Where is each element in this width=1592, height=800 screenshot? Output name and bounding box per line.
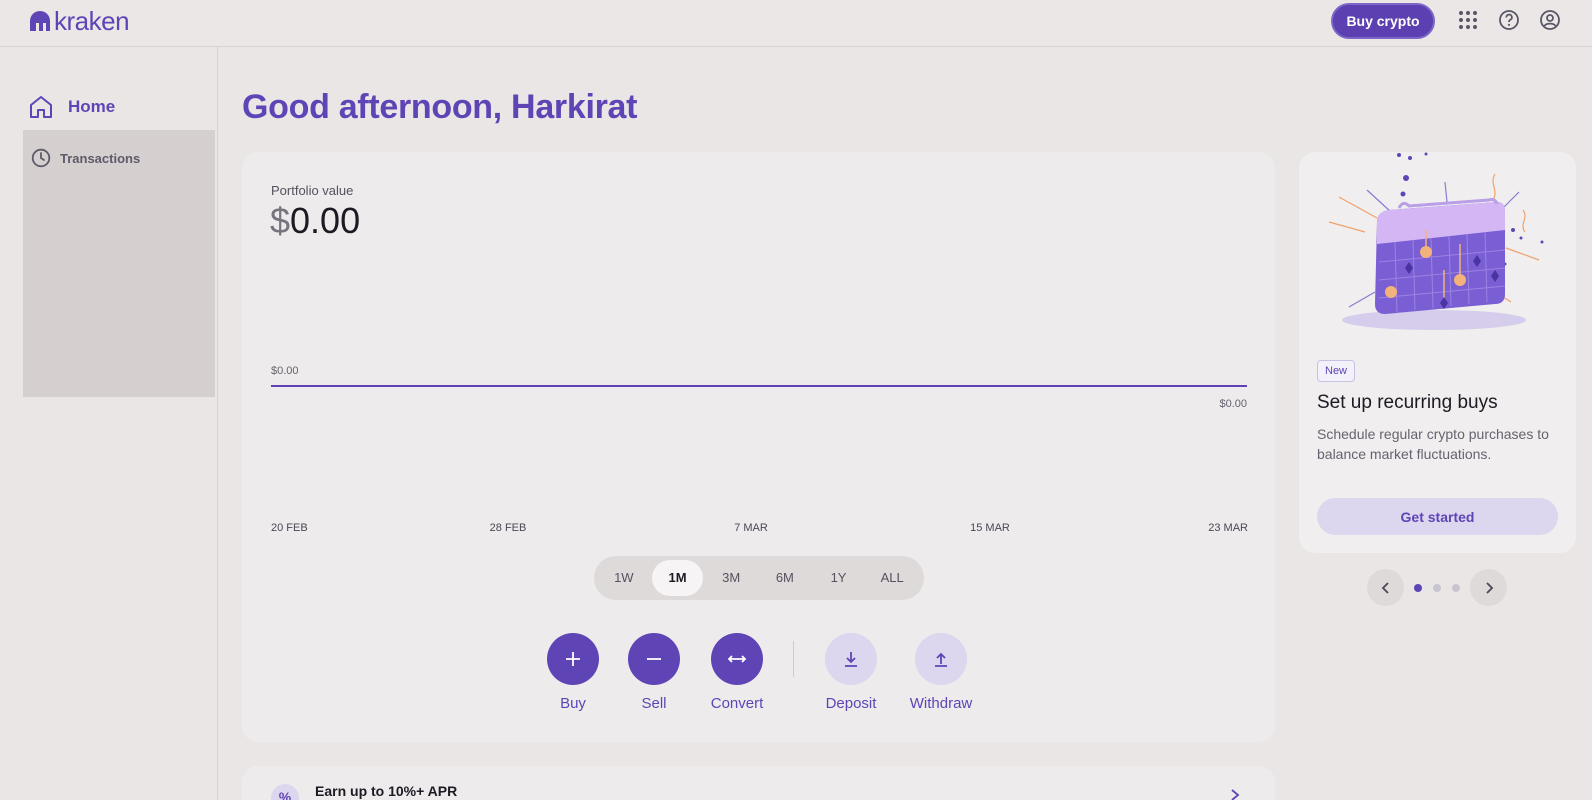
portfolio-card: Portfolio value $0.00 $0.00 $0.00 20 FEB 28… bbox=[242, 152, 1275, 742]
kraken-logo[interactable]: kraken bbox=[28, 5, 130, 36]
sidebar-item-label: Transactions bbox=[60, 150, 141, 166]
plus-icon bbox=[566, 652, 580, 666]
withdraw-label: Withdraw bbox=[909, 695, 973, 712]
promo-title: Set up recurring buys bbox=[1317, 392, 1498, 413]
portfolio-chart[interactable]: $0.00 $0.00 20 FEB 28 FEB 7 MAR 15 MAR 23 MAR bbox=[242, 152, 1275, 552]
convert-arrows-icon bbox=[727, 655, 747, 663]
sidebar-item-transactions[interactable]: Transactions bbox=[31, 148, 140, 168]
x-tick-label: 23 MAR bbox=[1208, 522, 1248, 534]
x-tick-label: 20 FEB bbox=[271, 522, 308, 534]
chevron-right-icon bbox=[1231, 789, 1240, 800]
sell-action[interactable]: Sell bbox=[614, 633, 694, 712]
help-icon[interactable] bbox=[1498, 9, 1520, 31]
sell-button[interactable] bbox=[628, 633, 680, 685]
kraken-logo-text: kraken bbox=[54, 5, 130, 36]
carousel-next-button[interactable] bbox=[1470, 569, 1507, 606]
percent-icon: % bbox=[271, 784, 299, 800]
promo-card: New Set up recurring buys Schedule regul… bbox=[1299, 152, 1576, 553]
convert-label: Convert bbox=[710, 695, 764, 712]
withdraw-action[interactable]: Withdraw bbox=[901, 633, 981, 712]
apps-grid-icon[interactable] bbox=[1457, 9, 1479, 31]
top-bar: kraken Buy crypto bbox=[0, 0, 1592, 47]
period-option-6m[interactable]: 6M bbox=[759, 560, 811, 596]
convert-button[interactable] bbox=[711, 633, 763, 685]
earn-card[interactable]: % Earn up to 10%+ APR bbox=[242, 766, 1275, 800]
deposit-label: Deposit bbox=[825, 695, 877, 712]
x-tick-label: 15 MAR bbox=[970, 522, 1010, 534]
buy-label: Buy bbox=[560, 695, 586, 712]
clock-icon bbox=[31, 148, 51, 168]
account-icon[interactable] bbox=[1539, 9, 1561, 31]
period-option-all[interactable]: ALL bbox=[866, 560, 918, 596]
sidebar-item-home[interactable]: Home bbox=[28, 92, 115, 122]
page-title: Good afternoon, Harkirat bbox=[242, 88, 638, 126]
chart-high-label: $0.00 bbox=[271, 365, 299, 377]
download-icon bbox=[845, 652, 857, 667]
period-option-1m[interactable]: 1M bbox=[651, 560, 704, 596]
carousel-prev-button[interactable] bbox=[1367, 569, 1404, 606]
sell-label: Sell bbox=[641, 695, 667, 712]
upload-icon bbox=[935, 652, 947, 667]
sidebar-submenu-panel: Transactions bbox=[23, 130, 215, 397]
sidebar: Home Transactions bbox=[0, 47, 218, 800]
deposit-button[interactable] bbox=[825, 633, 877, 685]
period-option-1y[interactable]: 1Y bbox=[813, 560, 865, 596]
chart-low-label: $0.00 bbox=[1219, 398, 1247, 410]
earn-title: Earn up to 10%+ APR bbox=[315, 783, 458, 799]
new-badge: New bbox=[1317, 360, 1356, 382]
buy-button[interactable] bbox=[547, 633, 599, 685]
home-icon bbox=[30, 96, 52, 118]
get-started-button[interactable]: Get started bbox=[1317, 498, 1558, 535]
carousel-dot[interactable] bbox=[1452, 584, 1460, 592]
chevron-right-icon bbox=[1485, 581, 1493, 594]
minus-icon bbox=[647, 658, 661, 660]
sidebar-item-label: Home bbox=[68, 97, 116, 116]
calendar-crypto-illustration bbox=[1328, 152, 1544, 330]
kraken-logo-mark-icon bbox=[30, 11, 50, 31]
withdraw-button[interactable] bbox=[915, 633, 967, 685]
carousel-dot[interactable] bbox=[1414, 584, 1422, 592]
promo-description: Schedule regular crypto purchases to bal… bbox=[1317, 426, 1549, 462]
period-option-3m[interactable]: 3M bbox=[705, 560, 757, 596]
carousel-dot[interactable] bbox=[1433, 584, 1441, 592]
x-tick-label: 7 MAR bbox=[734, 522, 768, 534]
buy-crypto-button[interactable]: Buy crypto bbox=[1331, 3, 1435, 39]
quick-actions: Buy Sell Convert Deposit Withdraw bbox=[242, 633, 1275, 723]
period-selector: 1W 1M 3M 6M 1Y ALL bbox=[594, 556, 924, 600]
actions-divider bbox=[793, 641, 794, 677]
period-option-1w[interactable]: 1W bbox=[598, 560, 650, 596]
convert-action[interactable]: Convert bbox=[697, 633, 777, 712]
deposit-action[interactable]: Deposit bbox=[811, 633, 891, 712]
buy-action[interactable]: Buy bbox=[533, 633, 613, 712]
x-tick-label: 28 FEB bbox=[490, 522, 527, 534]
chevron-left-icon bbox=[1381, 581, 1389, 594]
